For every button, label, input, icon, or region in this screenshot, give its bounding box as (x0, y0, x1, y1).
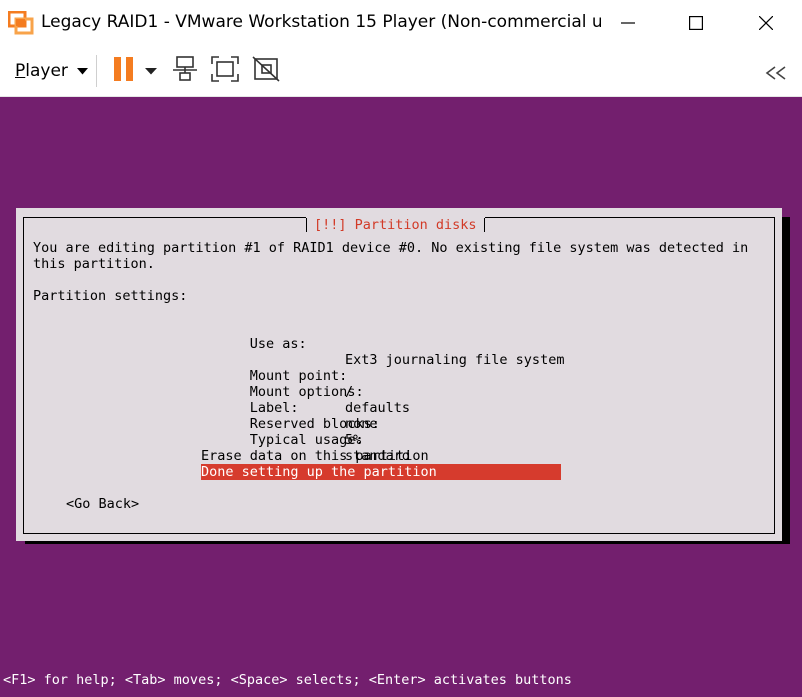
close-button[interactable] (743, 0, 789, 46)
intro-text-line1: You are editing partition #1 of RAID1 de… (33, 240, 749, 256)
close-icon (759, 16, 773, 30)
collapse-toolbar-button[interactable] (764, 60, 788, 90)
erase-data-option[interactable]: Erase data on this partition (201, 448, 561, 464)
toolbar-separator (96, 55, 97, 87)
player-menu-label: Player (15, 61, 68, 81)
go-back-button[interactable]: <Go Back> (66, 496, 139, 512)
power-options-dropdown[interactable] (145, 56, 157, 86)
player-menu-button[interactable]: Player (15, 59, 88, 83)
pause-icon (113, 56, 135, 87)
ctrl-alt-del-button[interactable] (171, 55, 199, 87)
chevron-down-icon (76, 62, 88, 80)
vmware-player-icon (7, 10, 34, 35)
pause-button[interactable] (113, 56, 135, 86)
setting-use-as[interactable]: Use as: Ext3 journaling file system (201, 320, 565, 368)
window-title: Legacy RAID1 - VMware Workstation 15 Pla… (41, 12, 601, 32)
installer-status-line: <F1> for help; <Tab> moves; <Space> sele… (3, 672, 572, 688)
dialog-title: [!!] Partition disks (306, 216, 485, 234)
chevron-down-icon (145, 62, 157, 80)
unity-icon (252, 55, 280, 87)
settings-heading: Partition settings: (33, 288, 188, 304)
maximize-icon (689, 16, 703, 30)
vm-console[interactable]: [!!] Partition disks You are editing par… (0, 97, 802, 697)
collapse-toolbar-icon (764, 65, 788, 85)
setting-label-row[interactable]: Label: none (201, 384, 561, 432)
setting-label: Use as: (249, 336, 307, 352)
setting-reserved-blocks[interactable]: Reserved blocks: 5% (201, 400, 561, 448)
partition-dialog: [!!] Partition disks You are editing par… (16, 208, 782, 541)
player-toolbar: Player (0, 46, 802, 97)
setting-typical-usage[interactable]: Typical usage: standard (201, 416, 561, 464)
window-title-bar: Legacy RAID1 - VMware Workstation 15 Pla… (0, 0, 802, 46)
maximize-button[interactable] (673, 0, 719, 46)
unity-button[interactable] (252, 55, 280, 87)
ctrl-alt-del-icon (171, 55, 199, 87)
fit-screen-icon (211, 55, 239, 87)
setting-label: Typical usage: (249, 432, 364, 448)
full-screen-button[interactable] (211, 55, 239, 87)
done-setting-up-option[interactable]: Done setting up the partition (201, 464, 561, 480)
setting-mount-options[interactable]: Mount options: defaults (201, 368, 561, 416)
setting-mount-point[interactable]: Mount point: / (201, 352, 561, 400)
intro-text-line2: this partition. (33, 256, 155, 272)
minimize-icon (621, 16, 635, 30)
minimize-button[interactable] (605, 0, 651, 46)
